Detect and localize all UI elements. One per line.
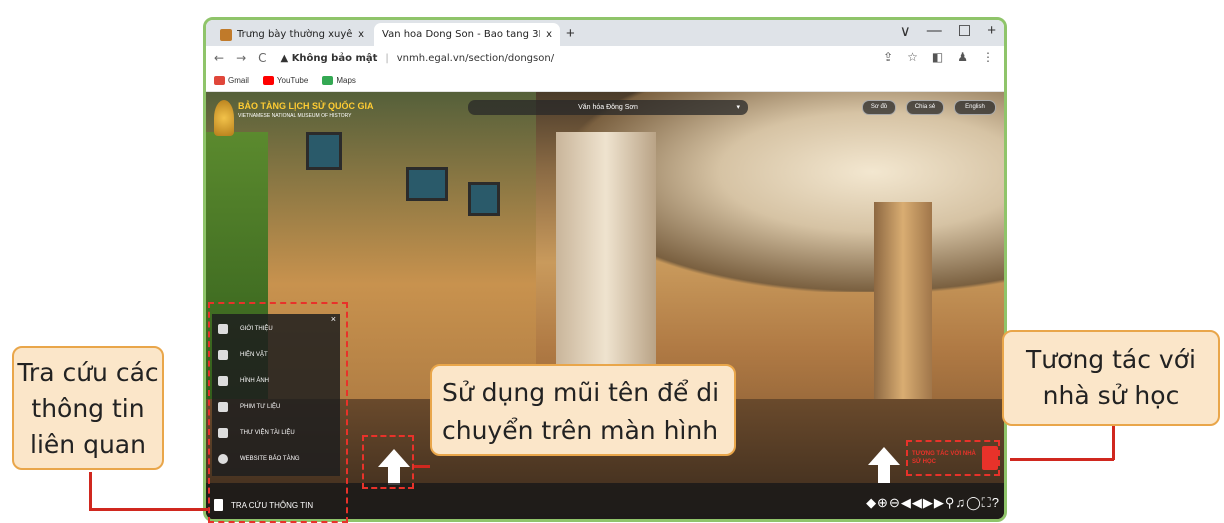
youtube-icon <box>262 76 274 85</box>
wall-window <box>306 132 342 170</box>
move-forward-arrow-icon[interactable] <box>868 447 900 483</box>
nav-buttons: ← → C <box>214 51 267 65</box>
bookmark-label: Maps <box>336 76 356 85</box>
arrow-callout: Sử dụng mũi tên để di chuyển trên màn hì… <box>430 364 736 456</box>
maps-icon <box>322 76 334 85</box>
security-warning[interactable]: ▲ Không bảo mật <box>281 53 378 64</box>
share-button[interactable]: Chia sẻ <box>906 100 944 115</box>
connector-line <box>1112 426 1115 460</box>
wall-window <box>406 167 448 201</box>
museum-favicon-icon <box>220 28 232 41</box>
star-icon[interactable]: ☆ <box>907 50 918 64</box>
section-selector[interactable]: Văn hóa Đông Sơn ▾ <box>468 100 748 115</box>
connector-line <box>89 508 209 511</box>
museum-emblem-icon <box>214 100 234 136</box>
bookmark-maps[interactable]: Maps <box>322 76 356 85</box>
connector-line <box>1010 458 1114 461</box>
bookmark-gmail[interactable]: Gmail <box>214 76 249 85</box>
historian-callout: Tương tác với nhà sử học <box>1002 330 1220 426</box>
address-bar: ← → C ▲ Không bảo mật | vnmh.egal.vn/sec… <box>206 46 1004 70</box>
minimize-icon[interactable]: — <box>927 22 942 40</box>
historian-button[interactable]: TƯƠNG TÁC VỚI NHÀ SỬ HỌC <box>906 440 1000 476</box>
wall-window <box>468 182 500 216</box>
menu-dots-icon[interactable]: ⋮ <box>982 50 994 64</box>
bookmark-youtube[interactable]: YouTube <box>262 76 309 85</box>
tab-label: Trưng bày thường xuyên <box>237 29 353 40</box>
bookmark-label: YouTube <box>276 76 309 85</box>
historian-avatar-icon <box>982 446 998 470</box>
connector-line <box>414 465 430 468</box>
tab-label: Van hoa Dong Son - Bao tang 3D <box>382 29 541 40</box>
english-button[interactable]: English <box>954 100 996 115</box>
share-icon[interactable]: ⇪ <box>883 50 893 64</box>
menu-highlight-frame <box>208 302 348 523</box>
map-button[interactable]: Sơ đồ <box>862 100 896 115</box>
url-input[interactable]: vnmh.egal.vn/section/dongson/ <box>397 53 554 64</box>
section-selector-label: Văn hóa Đông Sơn <box>578 104 638 111</box>
tab-strip: Trưng bày thường xuyên x Van hoa Dong So… <box>206 20 1004 46</box>
lookup-callout: Tra cứu các thông tin liên quan <box>12 346 164 470</box>
address-divider: | <box>385 52 389 64</box>
historian-label: TƯƠNG TÁC VỚI NHÀ SỬ HỌC <box>912 451 976 465</box>
close-window-icon[interactable]: + <box>987 22 996 40</box>
tab-close-icon[interactable]: x <box>358 29 364 40</box>
logo-subtitle: VIETNAMESE NATIONAL MUSEUM OF HISTORY <box>238 113 352 119</box>
address-actions: ⇪ ☆ ◧ ♟ ⋮ <box>883 50 994 64</box>
logo-title: BẢO TÀNG LỊCH SỬ QUỐC GIA <box>238 101 374 111</box>
bookmarks-bar: Gmail YouTube Maps <box>206 70 1004 92</box>
tab-list-icon[interactable]: ∨ <box>900 22 911 40</box>
profile-icon[interactable]: ♟ <box>957 50 968 64</box>
museum-logo[interactable]: BẢO TÀNG LỊCH SỬ QUỐC GIA VIETNAMESE NAT… <box>214 100 373 136</box>
chevron-down-icon: ▾ <box>736 104 740 111</box>
gmail-icon <box>214 76 225 85</box>
back-icon[interactable]: ← <box>214 51 224 65</box>
arrow-highlight-frame <box>362 435 414 489</box>
maximize-icon[interactable]: ☐ <box>958 22 971 40</box>
tab-trung-bay[interactable]: Trưng bày thường xuyên x <box>212 23 372 46</box>
forward-icon[interactable]: → <box>236 51 246 65</box>
tab-close-icon[interactable]: x <box>546 29 552 40</box>
new-tab-button[interactable]: + <box>566 25 575 42</box>
view-controls[interactable]: ◆⊕⊖◀◀▶▶⚲♫◯⛶? <box>866 495 1000 511</box>
reload-icon[interactable]: C <box>258 51 266 65</box>
window-controls: ∨ — ☐ + <box>900 22 996 40</box>
sidebar-icon[interactable]: ◧ <box>932 50 943 64</box>
tab-dong-son[interactable]: Van hoa Dong Son - Bao tang 3D x <box>374 23 560 46</box>
connector-line <box>89 472 92 510</box>
bookmark-label: Gmail <box>228 76 249 85</box>
